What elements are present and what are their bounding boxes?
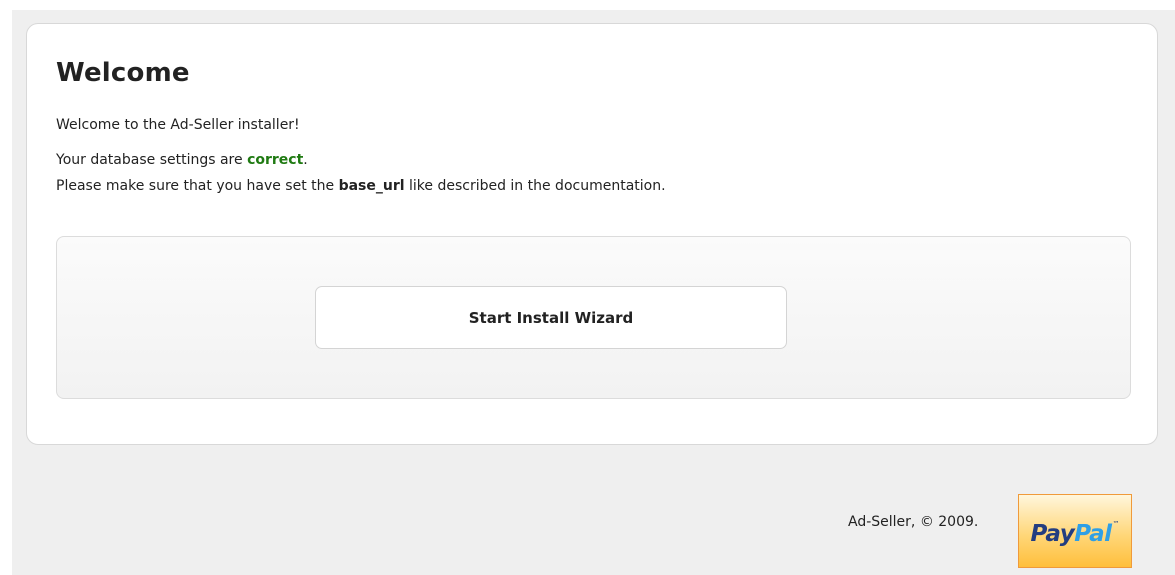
paypal-trademark: ™: [1112, 520, 1120, 528]
base-url-notice: Please make sure that you have set the b…: [56, 178, 666, 194]
database-status-suffix: .: [303, 152, 308, 168]
base-url-key: base_url: [338, 178, 405, 194]
wizard-panel: Start Install Wizard: [56, 236, 1131, 399]
paypal-wordmark: PayPal: [1030, 520, 1113, 547]
database-status-prefix: Your database settings are: [56, 152, 248, 168]
paypal-logo-button[interactable]: PayPal ™: [1018, 494, 1132, 568]
database-status-value: correct: [247, 152, 304, 168]
welcome-card: Welcome Welcome to the Ad-Seller install…: [26, 23, 1158, 445]
paypal-pal-text: Pal: [1074, 520, 1112, 547]
paypal-pay-text: Pay: [1030, 520, 1075, 547]
intro-text: Welcome to the Ad-Seller installer!: [56, 117, 300, 133]
database-status-line: Your database settings are correct.: [56, 152, 308, 168]
start-install-wizard-button[interactable]: Start Install Wizard: [315, 286, 787, 349]
page-title: Welcome: [56, 58, 190, 88]
base-url-prefix: Please make sure that you have set the: [56, 178, 339, 194]
footer-copyright: Ad-Seller, © 2009.: [848, 514, 979, 530]
intro-text-content: Welcome to the Ad-Seller installer!: [56, 117, 300, 133]
base-url-suffix: like described in the documentation.: [404, 178, 666, 194]
